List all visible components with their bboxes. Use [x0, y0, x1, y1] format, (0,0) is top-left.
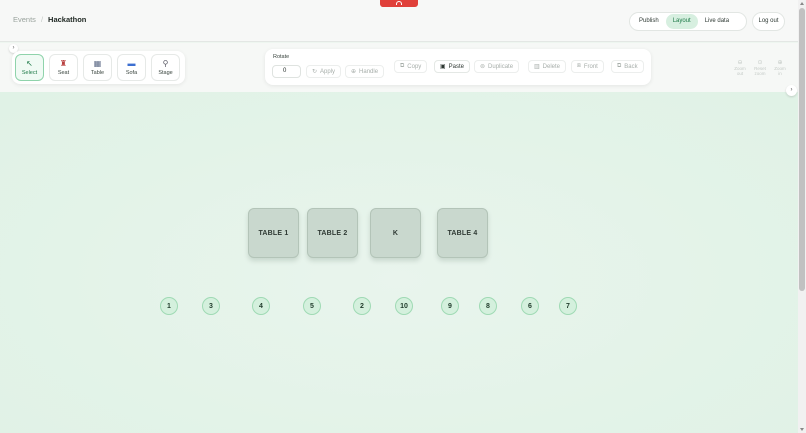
apply-label: Apply: [320, 68, 336, 75]
seat[interactable]: 4: [252, 297, 270, 315]
edit-toolbar: Rotate 0 ↻ Apply ⊕ Handle ⧉ Copy ▣ Paste…: [265, 49, 651, 85]
duplicate-button[interactable]: ⊚ Duplicate: [474, 60, 520, 73]
logout-button[interactable]: Log out: [752, 12, 785, 31]
breadcrumb-current: Hackathon: [48, 15, 87, 24]
apply-button[interactable]: ↻ Apply: [306, 65, 342, 78]
tool-select-label: Select: [21, 69, 38, 76]
tool-table-label: Table: [90, 69, 105, 76]
tool-stage-label: Stage: [158, 69, 173, 76]
tool-stage[interactable]: ⚲ Stage: [151, 54, 180, 81]
copy-label: Copy: [407, 63, 422, 70]
tab-publish[interactable]: Publish: [632, 14, 666, 29]
seat[interactable]: 5: [303, 297, 321, 315]
lock-icon: [396, 1, 402, 5]
seat[interactable]: 1: [160, 297, 178, 315]
bring-front-button[interactable]: ⧈ Front: [571, 60, 604, 73]
table-2[interactable]: TABLE 2: [307, 208, 358, 258]
rotate-input[interactable]: 0: [272, 65, 301, 78]
microphone-icon: ⚲: [162, 58, 169, 68]
scroll-thumb[interactable]: [799, 8, 805, 291]
tool-sofa[interactable]: ▬ Sofa: [117, 54, 146, 81]
seat[interactable]: 7: [559, 297, 577, 315]
handle-button[interactable]: ⊕ Handle: [345, 65, 385, 78]
scroll-up-icon[interactable]: [800, 2, 804, 5]
chair-icon: ♜: [59, 58, 68, 68]
back-label: Back: [624, 63, 638, 70]
bring-front-icon: ⧈: [577, 63, 581, 69]
send-back-icon: ⧉: [617, 63, 622, 69]
layout-canvas[interactable]: [0, 92, 798, 433]
tab-layout[interactable]: Layout: [665, 14, 698, 29]
tool-seat[interactable]: ♜ Seat: [49, 54, 78, 81]
copy-button[interactable]: ⧉ Copy: [394, 60, 428, 73]
table-icon: ▦: [93, 58, 102, 68]
vertical-scrollbar[interactable]: [798, 0, 806, 433]
front-label: Front: [583, 63, 598, 70]
refresh-icon: ↻: [312, 69, 318, 75]
breadcrumb: Events / Hackathon: [13, 15, 86, 24]
zoom-in-label: Zoom in: [774, 66, 786, 76]
seat[interactable]: 10: [395, 297, 413, 315]
tool-select[interactable]: ↖ Select: [15, 54, 44, 81]
top-indicator-tab[interactable]: [380, 0, 418, 7]
breadcrumb-separator: /: [40, 15, 44, 24]
expand-right-panel-icon[interactable]: ›: [786, 85, 797, 96]
seat[interactable]: 2: [353, 297, 371, 315]
tab-live-data[interactable]: Live data: [698, 14, 736, 29]
view-tabs: Publish Layout Live data: [629, 12, 747, 31]
tool-sofa-label: Sofa: [125, 69, 138, 76]
paste-label: Paste: [448, 63, 465, 70]
table-k[interactable]: K: [370, 208, 421, 258]
handle-label: Handle: [359, 68, 379, 75]
zoom-out-button[interactable]: ⊖ Zoom out: [733, 60, 747, 76]
reset-zoom-label: Reset zoom: [754, 66, 766, 76]
rotate-handle-icon: ⊕: [351, 69, 357, 75]
paste-button[interactable]: ▣ Paste: [434, 60, 471, 73]
cursor-icon: ↖: [26, 58, 33, 68]
scroll-down-icon[interactable]: [800, 428, 804, 431]
seat[interactable]: 9: [441, 297, 459, 315]
duplicate-label: Duplicate: [488, 63, 514, 70]
trash-icon: ▥: [534, 64, 540, 70]
delete-label: Delete: [542, 63, 561, 70]
table-1[interactable]: TABLE 1: [248, 208, 299, 258]
tool-table[interactable]: ▦ Table: [83, 54, 112, 81]
delete-button[interactable]: ▥ Delete: [528, 60, 567, 73]
clipboard-icon: ▣: [440, 64, 446, 70]
breadcrumb-events-link[interactable]: Events: [13, 15, 36, 24]
zoom-out-label: Zoom out: [734, 66, 746, 76]
duplicate-icon: ⊚: [480, 64, 486, 70]
send-back-button[interactable]: ⧉ Back: [611, 60, 644, 73]
seat[interactable]: 6: [521, 297, 539, 315]
sofa-icon: ▬: [127, 58, 136, 68]
tool-palette: ↖ Select ♜ Seat ▦ Table ▬ Sofa ⚲ Stage: [12, 51, 185, 84]
rotate-label: Rotate: [273, 54, 290, 60]
seat[interactable]: 8: [479, 297, 497, 315]
copy-icon: ⧉: [400, 63, 405, 69]
seat[interactable]: 3: [202, 297, 220, 315]
tool-seat-label: Seat: [57, 69, 70, 76]
table-4[interactable]: TABLE 4: [437, 208, 488, 258]
reset-zoom-button[interactable]: ⊙ Reset zoom: [753, 60, 767, 76]
zoom-in-button[interactable]: ⊕ Zoom in: [773, 60, 787, 76]
